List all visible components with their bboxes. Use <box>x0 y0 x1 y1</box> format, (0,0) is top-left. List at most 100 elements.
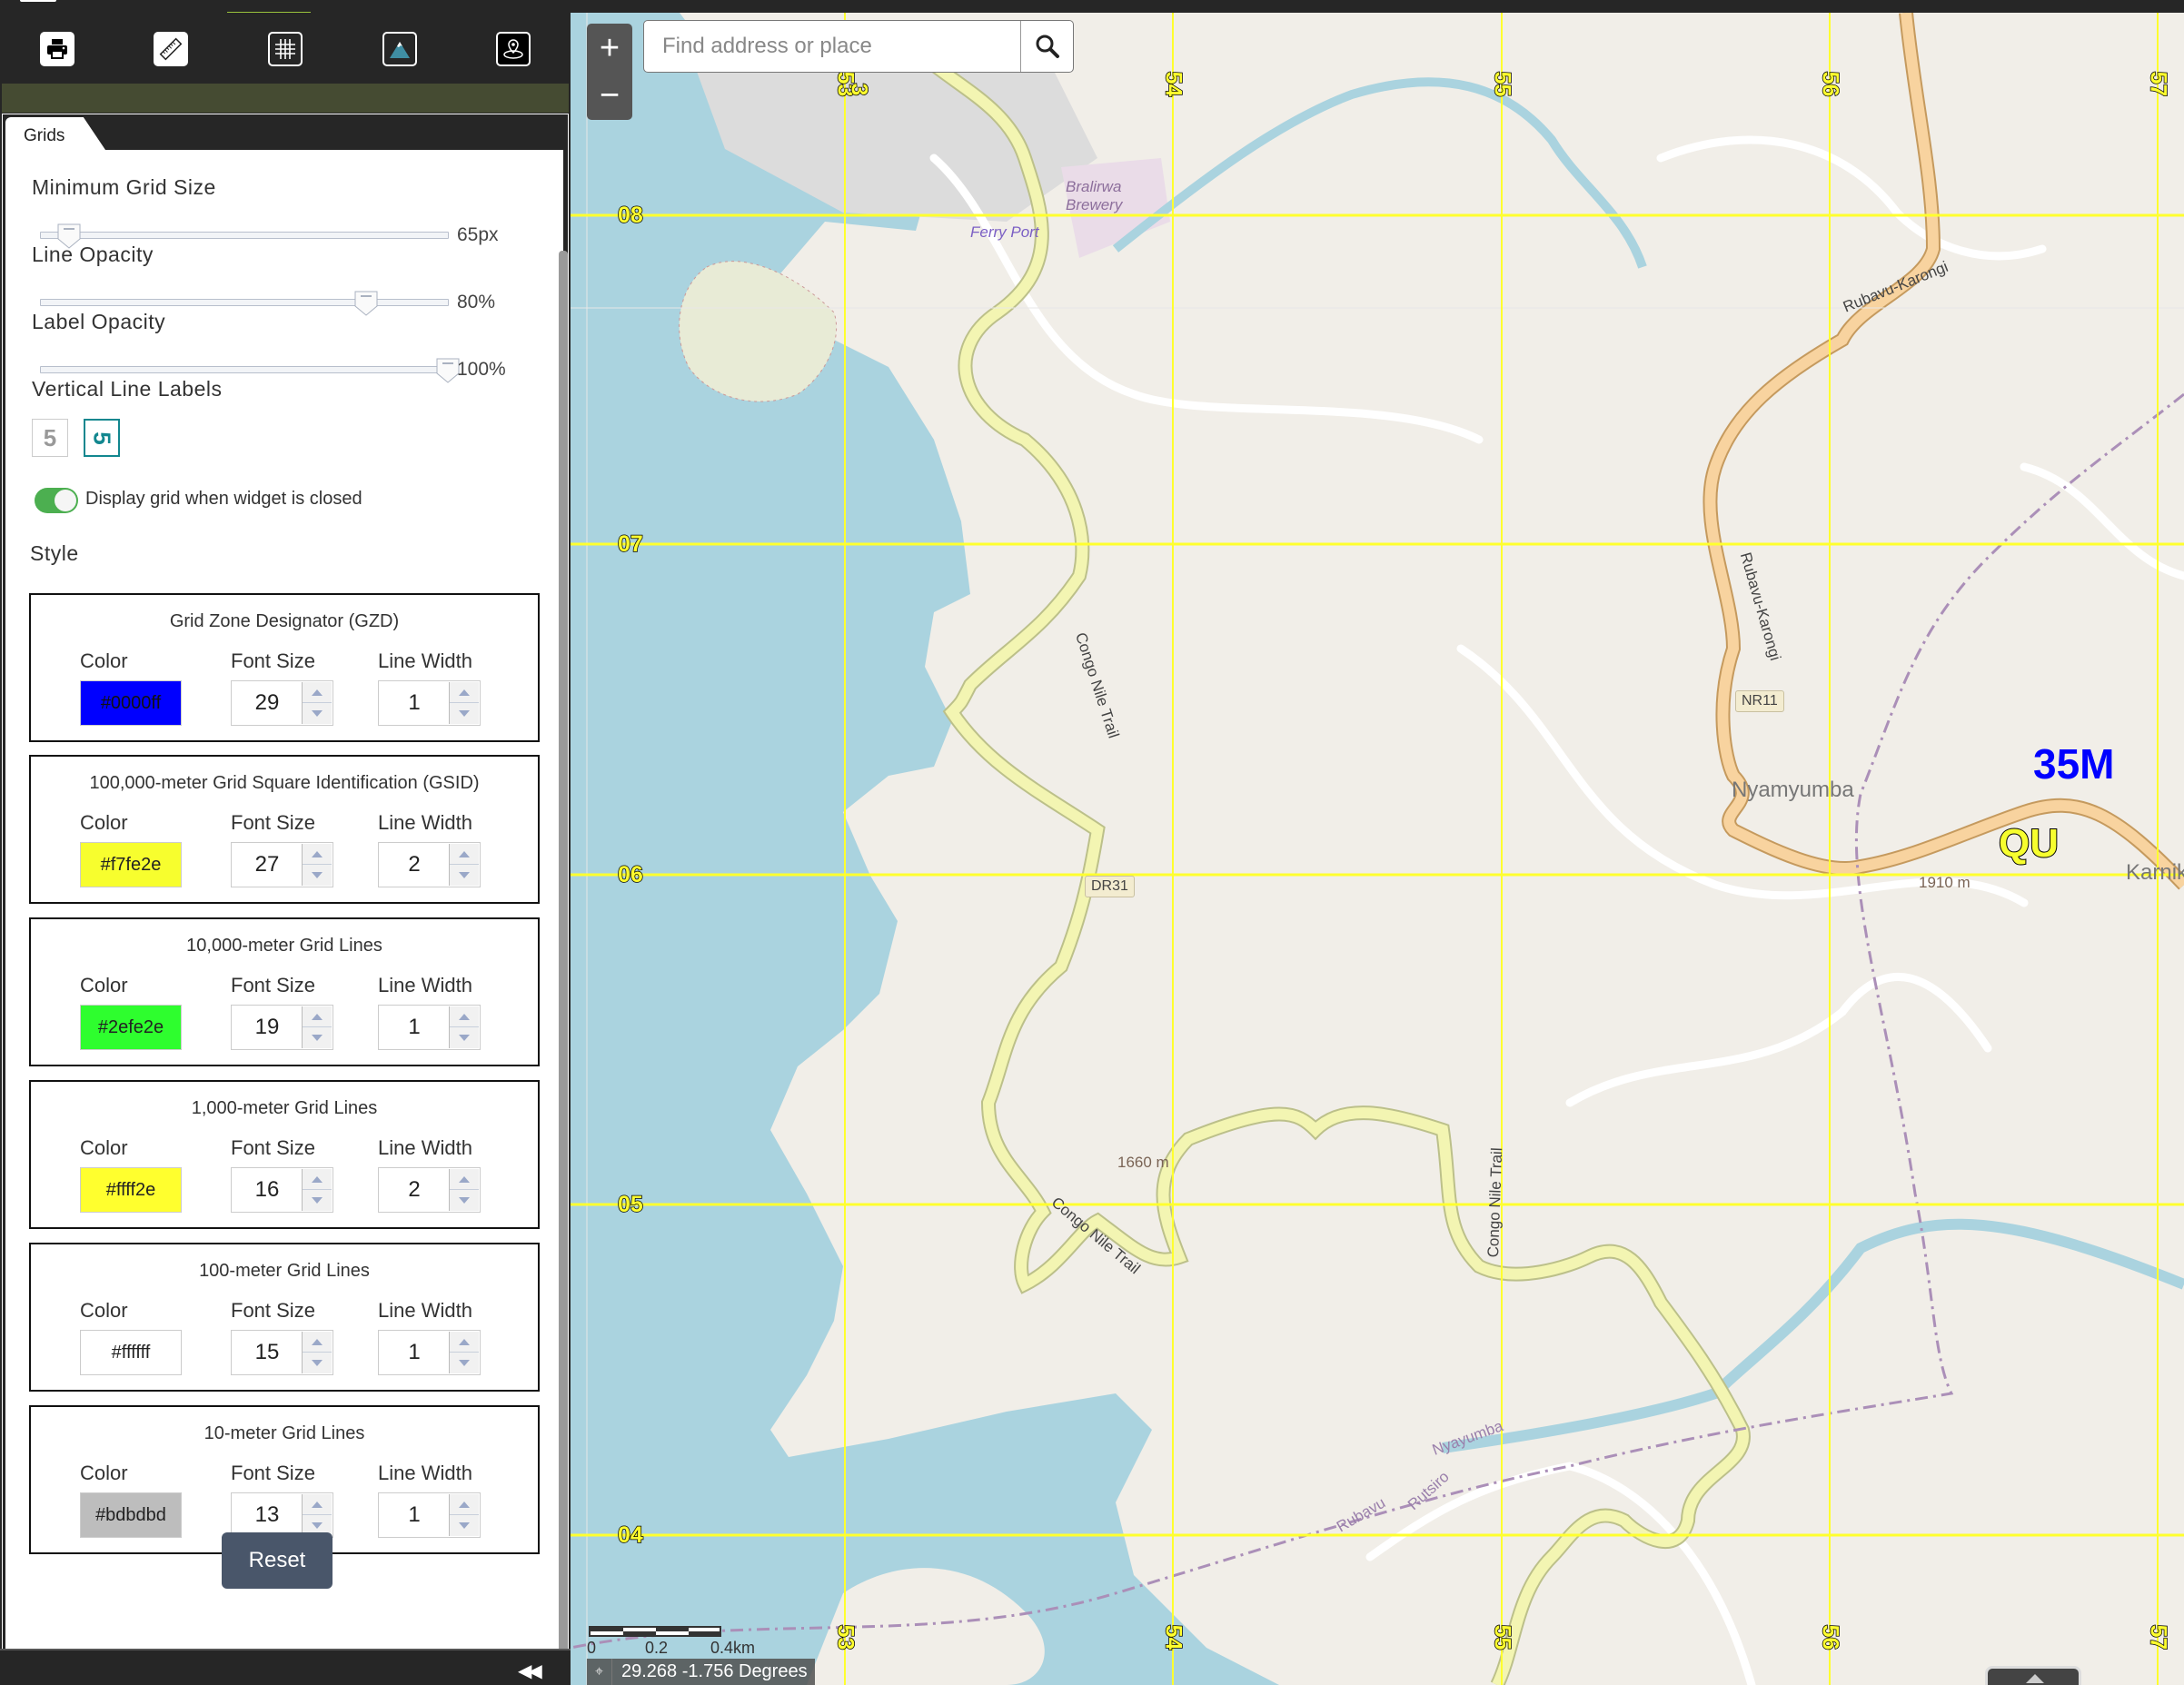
decrement-button[interactable] <box>303 703 332 724</box>
line-opacity-label: Line Opacity <box>32 243 154 266</box>
northing-label: 07 <box>617 530 643 558</box>
zoom-in-button[interactable]: + <box>587 25 632 71</box>
expand-attribution-button[interactable] <box>1985 1666 2081 1685</box>
grid-icon <box>274 39 295 59</box>
line-width-value[interactable]: 1 <box>379 1493 450 1537</box>
line-width-value[interactable]: 2 <box>379 1168 450 1212</box>
scale-label-0: 0 <box>587 1639 597 1657</box>
line-width-stepper[interactable]: 1 <box>378 1005 481 1050</box>
location-tool-button[interactable] <box>456 15 571 84</box>
font-size-value[interactable]: 15 <box>232 1331 303 1374</box>
font-size-value[interactable]: 27 <box>232 843 303 887</box>
display-grid-toggle[interactable] <box>35 488 78 513</box>
decrement-button[interactable] <box>303 1027 332 1048</box>
zoom-out-button[interactable]: − <box>587 73 632 118</box>
increment-button[interactable] <box>450 682 479 703</box>
slider-thumb[interactable] <box>354 291 378 316</box>
panel-scrollbar[interactable] <box>559 251 568 1685</box>
easting-label-bottom: 55 <box>1489 1624 1516 1650</box>
label-opacity-slider[interactable] <box>40 358 460 383</box>
decrement-button[interactable] <box>303 865 332 886</box>
measure-tool-button[interactable] <box>114 15 229 84</box>
double-chevron-left-icon[interactable]: ◀◀ <box>518 1660 542 1682</box>
color-hex: #f7fe2e <box>100 854 162 875</box>
chevron-down-icon <box>459 710 470 717</box>
decrement-button[interactable] <box>303 1190 332 1211</box>
ruler-icon <box>160 37 183 61</box>
line-width-value[interactable]: 1 <box>379 1006 450 1049</box>
northing-label: 06 <box>617 861 643 888</box>
toggle-knob <box>55 490 76 511</box>
line-width-stepper[interactable]: 2 <box>378 842 481 887</box>
line-width-value[interactable]: 2 <box>379 843 450 887</box>
print-tool-button[interactable] <box>0 15 114 84</box>
grid-tool-button[interactable] <box>228 15 342 84</box>
font-size-stepper[interactable]: 27 <box>231 842 333 887</box>
increment-button[interactable] <box>450 844 479 865</box>
color-picker[interactable]: #2efe2e <box>80 1005 182 1050</box>
app-root: Grids Minimum Grid Size 65px Line Opacit… <box>0 0 2184 1685</box>
color-picker[interactable]: #ffff2e <box>80 1167 182 1213</box>
printer-icon <box>46 39 67 59</box>
chevron-up-icon <box>459 689 470 696</box>
increment-button[interactable] <box>450 1332 479 1353</box>
easting-label-bottom: 57 <box>2145 1624 2172 1650</box>
line-width-stepper[interactable]: 2 <box>378 1167 481 1213</box>
increment-button[interactable] <box>303 844 332 865</box>
font-size-stepper[interactable]: 19 <box>231 1005 333 1050</box>
decrement-button[interactable] <box>450 1027 479 1048</box>
reset-button[interactable]: Reset <box>222 1532 333 1589</box>
font-size-value[interactable]: 29 <box>232 681 303 725</box>
font-size-stepper[interactable]: 29 <box>231 680 333 726</box>
map-view[interactable]: 53 53 54 54 55 55 56 56 57 57 08 07 06 05 04 3 35M QU … <box>571 13 2184 1685</box>
font-size-label: Font Size <box>231 1136 315 1159</box>
font-size-stepper[interactable]: 13 <box>231 1492 333 1538</box>
font-size-value[interactable]: 19 <box>232 1006 303 1049</box>
road-shield-nr11: NR11 <box>1735 690 1784 712</box>
search-button[interactable] <box>1020 21 1073 72</box>
vertical-label-upright-option[interactable]: 5 <box>32 419 68 457</box>
font-size-value[interactable]: 16 <box>232 1168 303 1212</box>
color-picker[interactable]: #f7fe2e <box>80 842 182 887</box>
increment-button[interactable] <box>303 682 332 703</box>
decrement-button[interactable] <box>450 703 479 724</box>
line-opacity-slider[interactable] <box>40 291 449 316</box>
increment-button[interactable] <box>450 1494 479 1515</box>
decrement-button[interactable] <box>303 1353 332 1373</box>
font-size-stepper[interactable]: 15 <box>231 1330 333 1375</box>
chevron-down-icon <box>459 1522 470 1529</box>
min-grid-size-slider[interactable] <box>40 223 449 249</box>
font-size-label: Font Size <box>231 1299 315 1322</box>
line-width-stepper[interactable]: 1 <box>378 1492 481 1538</box>
easting-label-bottom: 53 <box>832 1624 859 1650</box>
font-size-stepper[interactable]: 16 <box>231 1167 333 1213</box>
chevron-down-icon <box>312 872 323 878</box>
color-picker[interactable]: #bdbdbd <box>80 1492 182 1538</box>
vertical-label-rotated-option[interactable]: 5 <box>84 419 120 457</box>
line-width-stepper[interactable]: 1 <box>378 1330 481 1375</box>
elevation-tool-button[interactable] <box>342 15 457 84</box>
chevron-down-icon <box>459 1197 470 1204</box>
gzd-label: 35M <box>2033 740 2115 788</box>
increment-button[interactable] <box>450 1169 479 1190</box>
font-size-value[interactable]: 13 <box>232 1493 303 1537</box>
increment-button[interactable] <box>450 1006 479 1027</box>
line-width-stepper[interactable]: 1 <box>378 680 481 726</box>
line-width-value[interactable]: 1 <box>379 1331 450 1374</box>
increment-button[interactable] <box>303 1169 332 1190</box>
increment-button[interactable] <box>303 1332 332 1353</box>
increment-button[interactable] <box>303 1006 332 1027</box>
color-picker[interactable]: #0000ff <box>80 680 182 726</box>
increment-button[interactable] <box>303 1494 332 1515</box>
decrement-button[interactable] <box>450 1190 479 1211</box>
decrement-button[interactable] <box>450 1515 479 1536</box>
crosshair-icon[interactable]: ⌖ <box>587 1659 612 1685</box>
search-input[interactable] <box>644 21 1017 72</box>
color-picker[interactable]: #ffffff <box>80 1330 182 1375</box>
line-width-label: Line Width <box>378 649 472 672</box>
decrement-button[interactable] <box>450 865 479 886</box>
decrement-button[interactable] <box>450 1353 479 1373</box>
tab-grids[interactable]: Grids <box>5 117 105 150</box>
style-card-title: 10,000-meter Grid Lines <box>186 936 382 956</box>
line-width-value[interactable]: 1 <box>379 681 450 725</box>
